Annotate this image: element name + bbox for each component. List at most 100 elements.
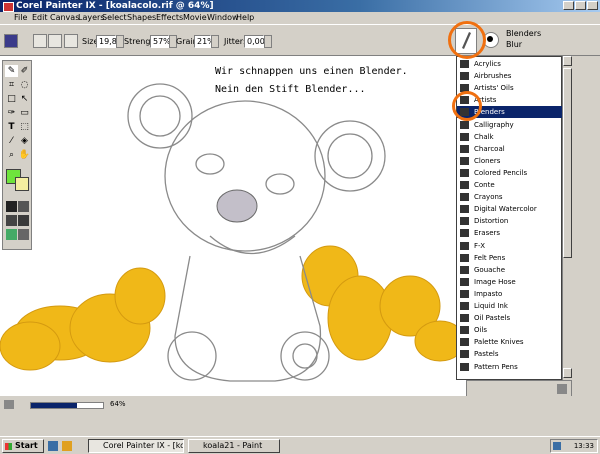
- brush-category-item[interactable]: Oil Pastels: [457, 312, 563, 324]
- task-corel-painter[interactable]: Corel Painter IX - [ko...: [88, 439, 184, 453]
- grabber-icon[interactable]: [4, 400, 14, 409]
- brush-category-item[interactable]: Gouache: [457, 264, 563, 276]
- menu-canvas[interactable]: Canvas: [50, 12, 79, 24]
- gradient-selector-icon[interactable]: [18, 201, 29, 212]
- menu-shapes[interactable]: Shapes: [127, 12, 156, 24]
- strength-field[interactable]: 57%: [150, 35, 171, 48]
- brush-category-label: Distortion: [474, 217, 509, 226]
- brush-variant-label[interactable]: Blur: [506, 40, 522, 49]
- reset-tool-icon[interactable]: [33, 34, 47, 48]
- weaving-selector-icon[interactable]: [18, 215, 29, 226]
- close-button[interactable]: [587, 1, 598, 10]
- brush-list-scrollbar[interactable]: [562, 56, 572, 380]
- lasso-tool-icon[interactable]: ◌: [18, 79, 31, 91]
- additional-color-swatch[interactable]: [15, 177, 29, 191]
- brush-dab-icon[interactable]: [48, 34, 62, 48]
- menu-file[interactable]: File: [14, 12, 27, 24]
- brush-category-item[interactable]: Erasers: [457, 227, 563, 239]
- paper-selector-icon[interactable]: [6, 201, 17, 212]
- look-selector-icon[interactable]: [18, 229, 29, 240]
- brush-category-item[interactable]: Digital Watercolor: [457, 203, 563, 215]
- brush-category-label: Pattern Pens: [474, 362, 518, 371]
- zoom-slider[interactable]: [30, 402, 104, 409]
- menu-layers[interactable]: Layers: [78, 12, 104, 24]
- brush-category-item[interactable]: Airbrushes: [457, 70, 563, 82]
- crop-tool-icon[interactable]: ⌗: [5, 79, 18, 91]
- menu-help[interactable]: Help: [236, 12, 254, 24]
- magnifier-icon[interactable]: ⌕: [5, 149, 18, 161]
- pattern-selector-icon[interactable]: [6, 215, 17, 226]
- brush-category-icon: [460, 326, 469, 335]
- brush-category-icon: [460, 181, 469, 189]
- nozzle-selector-icon[interactable]: [6, 229, 17, 240]
- dropper-tool-icon[interactable]: ✐: [18, 65, 31, 77]
- brush-category-item[interactable]: Conte: [457, 179, 563, 191]
- brush-category-item[interactable]: Oils: [457, 324, 563, 336]
- maximize-button[interactable]: [575, 1, 586, 10]
- jitter-spinner[interactable]: [264, 35, 272, 48]
- brush-category-item[interactable]: Acrylics: [457, 58, 563, 70]
- pen-tool-icon[interactable]: ✑: [5, 107, 18, 119]
- menu-effects[interactable]: Effects: [156, 12, 183, 24]
- brush-category-icon: [460, 205, 469, 214]
- annotation-line-1: Wir schnappen uns einen Blender.: [215, 66, 408, 77]
- scroll-up-button[interactable]: [563, 56, 572, 66]
- brush-category-icon: [460, 362, 469, 371]
- brush-category-item[interactable]: Felt Pens: [457, 252, 563, 264]
- shape-tool-icon[interactable]: □: [5, 93, 18, 105]
- brush-category-icon: [460, 72, 469, 81]
- menu-select[interactable]: Select: [102, 12, 127, 24]
- brush-category-icon: [460, 338, 469, 347]
- brush-category-label: F-X: [474, 241, 485, 250]
- method-icon[interactable]: [64, 34, 78, 48]
- brush-category-item[interactable]: Colored Pencils: [457, 167, 563, 179]
- brush-category-item[interactable]: Cloners: [457, 155, 563, 167]
- brush-tool-icon[interactable]: ✎: [5, 65, 18, 77]
- minimize-button[interactable]: [563, 1, 574, 10]
- eyedropper-icon[interactable]: ⁄: [5, 135, 18, 147]
- menu-window[interactable]: Window: [207, 12, 239, 24]
- text-tool-icon[interactable]: T: [5, 121, 18, 133]
- brush-category-label: Gouache: [474, 265, 506, 274]
- grabber-hand-icon[interactable]: ✋: [18, 149, 31, 161]
- quicklaunch-folder-icon[interactable]: [62, 441, 72, 451]
- brush-category-item[interactable]: Pastels: [457, 348, 563, 360]
- brush-category-item[interactable]: Pattern Pens: [457, 361, 563, 373]
- selection-tool-icon[interactable]: ⬚: [18, 121, 31, 133]
- brush-category-item[interactable]: F-X: [457, 240, 563, 252]
- scroll-thumb[interactable]: [563, 68, 572, 258]
- brush-category-label: Conte: [474, 181, 495, 189]
- brush-category-item[interactable]: Impasto: [457, 288, 563, 300]
- quicklaunch-ie-icon[interactable]: [48, 441, 58, 451]
- brush-category-item[interactable]: Palette Knives: [457, 336, 563, 348]
- brush-category-item[interactable]: Charcoal: [457, 143, 563, 155]
- brush-category-label: Calligraphy: [474, 120, 514, 129]
- trash-icon[interactable]: [557, 384, 567, 394]
- layer-adjuster-icon[interactable]: ↖: [18, 93, 31, 105]
- paint-bucket-icon[interactable]: ◈: [18, 135, 31, 147]
- start-button[interactable]: Start: [2, 439, 44, 453]
- task-paint[interactable]: koala21 - Paint: [188, 439, 280, 453]
- grain-field[interactable]: 21%: [194, 35, 215, 48]
- brush-category-item[interactable]: Image Hose: [457, 276, 563, 288]
- brush-category-icon: [460, 302, 469, 310]
- annotation-line-2: Nein den Stift Blender...: [215, 84, 366, 95]
- language-icon[interactable]: [553, 442, 561, 450]
- menu-edit[interactable]: Edit: [32, 12, 48, 24]
- brush-category-item[interactable]: Liquid Ink: [457, 300, 563, 312]
- size-field[interactable]: 19,8: [96, 35, 117, 48]
- brush-category-label: Blenders: [506, 29, 542, 38]
- brush-category-icon: [460, 241, 469, 250]
- brush-category-label: Palette Knives: [474, 338, 524, 347]
- brush-category-item[interactable]: Crayons: [457, 191, 563, 203]
- brush-category-label: Image Hose: [474, 277, 516, 286]
- scroll-down-button[interactable]: [563, 368, 572, 378]
- rectangle-tool-icon[interactable]: ▭: [18, 107, 31, 119]
- jitter-field[interactable]: 0,00: [244, 35, 265, 48]
- brush-category-item[interactable]: Calligraphy: [457, 119, 563, 131]
- brush-category-item[interactable]: Chalk: [457, 131, 563, 143]
- grain-spinner[interactable]: [211, 35, 219, 48]
- brush-category-item[interactable]: Distortion: [457, 215, 563, 227]
- size-spinner[interactable]: [116, 35, 124, 48]
- menu-movie[interactable]: Movie: [183, 12, 207, 24]
